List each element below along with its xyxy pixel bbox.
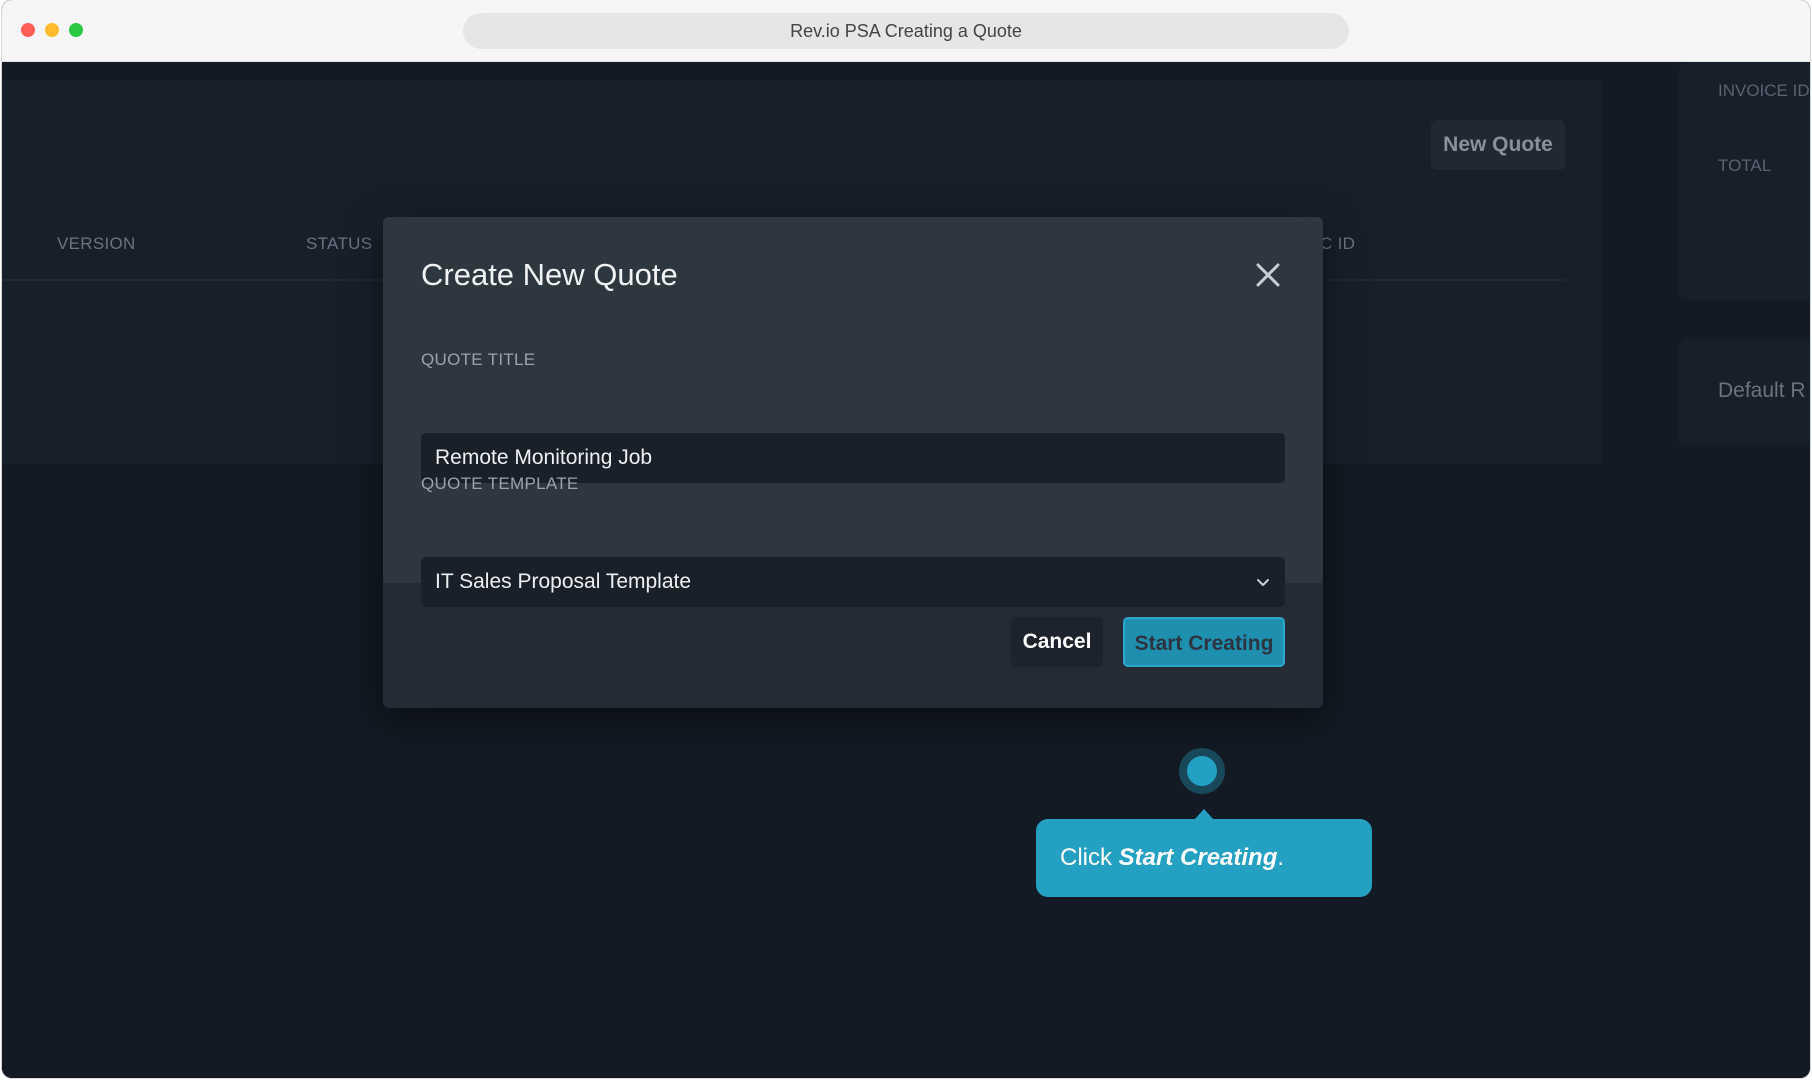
tooltip-emphasis: Start Creating: [1118, 844, 1278, 871]
quote-template-value: IT Sales Proposal Template: [435, 570, 692, 593]
browser-window: Rev.io PSA Creating a Quote New Quote VE…: [2, 0, 1810, 1078]
tooltip-prefix: Click: [1060, 844, 1119, 871]
app-content: New Quote VERSION STATUS C ID INVOICE ID…: [2, 62, 1810, 1078]
minimize-window-button[interactable]: [45, 23, 59, 37]
modal-title: Create New Quote: [421, 257, 678, 292]
invoice-id-label: INVOICE ID: [1718, 81, 1810, 100]
default-value: Default R: [1718, 379, 1806, 402]
create-quote-modal: Create New Quote QUOTE TITLE QUOTE TEMPL…: [383, 217, 1323, 708]
close-window-button[interactable]: [21, 23, 35, 37]
guide-tooltip: Click Start Creating.: [1036, 819, 1372, 897]
chevron-down-icon: [1257, 579, 1269, 586]
column-header-status: STATUS: [306, 234, 373, 253]
close-icon[interactable]: [1253, 260, 1283, 290]
total-label: TOTAL: [1718, 156, 1772, 175]
start-creating-button[interactable]: Start Creating: [1123, 617, 1285, 667]
title-bar: Rev.io PSA Creating a Quote: [2, 0, 1810, 62]
maximize-window-button[interactable]: [69, 23, 83, 37]
tooltip-suffix: .: [1277, 844, 1285, 871]
column-header-c-id: C ID: [1320, 234, 1356, 253]
column-header-version: VERSION: [57, 234, 136, 253]
cancel-button[interactable]: Cancel: [1011, 617, 1103, 667]
quote-title-label: QUOTE TITLE: [421, 350, 536, 369]
window-title: Rev.io PSA Creating a Quote: [463, 13, 1349, 49]
quote-template-select[interactable]: IT Sales Proposal Template: [421, 557, 1285, 607]
hotspot-dot[interactable]: [1187, 756, 1217, 786]
quote-template-label: QUOTE TEMPLATE: [421, 474, 579, 493]
new-quote-button[interactable]: New Quote: [1431, 120, 1565, 170]
